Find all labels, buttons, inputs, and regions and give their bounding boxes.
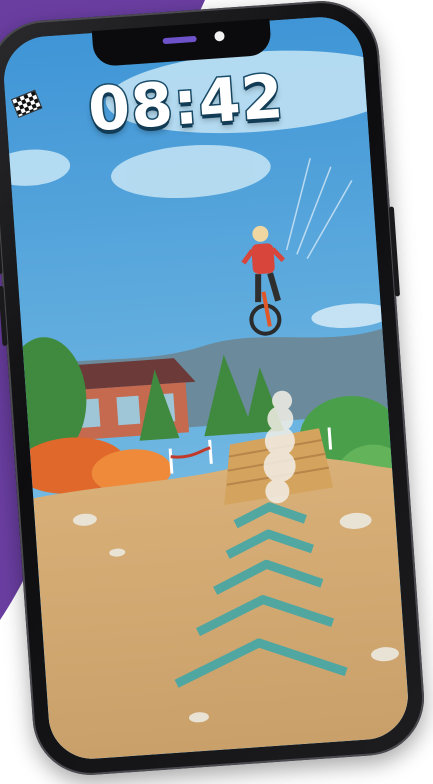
- phone-mockup: 08:42: [0, 0, 428, 779]
- camera-icon: [214, 30, 225, 42]
- game-screen[interactable]: 08:42: [1, 14, 411, 762]
- notch-speaker: [162, 35, 197, 45]
